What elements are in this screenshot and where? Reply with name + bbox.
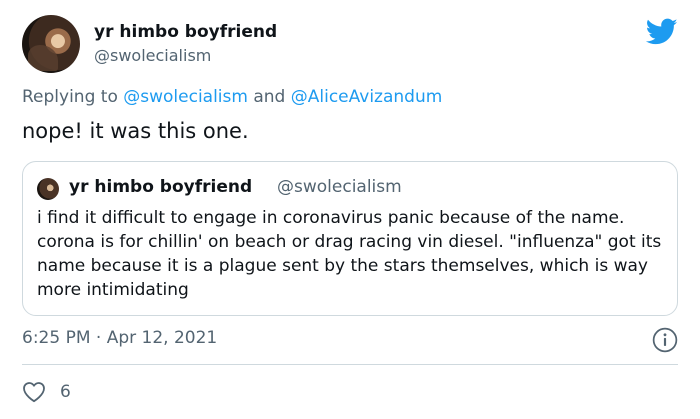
author-handle[interactable]: @swolecialism <box>94 46 211 65</box>
quoted-tweet[interactable]: yr himbo boyfriend @swolecialism i find … <box>22 161 678 316</box>
author-display-name[interactable]: yr himbo boyfriend <box>94 22 277 42</box>
reply-mention-link[interactable]: @swolecialism <box>123 87 248 107</box>
tweet-card: yr himbo boyfriend @swolecialism Replyin… <box>0 0 700 419</box>
quoted-author-handle: @swolecialism <box>277 177 402 197</box>
quoted-author-avatar <box>37 178 59 200</box>
heart-icon <box>23 382 45 403</box>
quoted-tweet-text: i find it difficult to engage in coronav… <box>37 208 662 300</box>
author-avatar[interactable] <box>22 15 80 73</box>
reply-prefix: Replying to <box>22 87 118 107</box>
tweet-timestamp[interactable]: 6:25 PM · Apr 12, 2021 <box>22 328 217 348</box>
reply-conjunction: and <box>253 87 286 107</box>
reply-mention-link[interactable]: @AliceAvizandum <box>291 87 443 107</box>
twitter-bird-icon[interactable] <box>646 18 678 46</box>
info-icon[interactable] <box>652 327 678 353</box>
tweet-text: nope! it was this one. <box>22 119 249 143</box>
like-button[interactable]: 6 <box>22 380 71 404</box>
divider <box>22 364 678 365</box>
like-count: 6 <box>60 382 71 402</box>
reply-context: Replying to @swolecialism and @AliceAviz… <box>22 87 442 107</box>
quoted-author-display-name: yr himbo boyfriend <box>69 177 253 197</box>
